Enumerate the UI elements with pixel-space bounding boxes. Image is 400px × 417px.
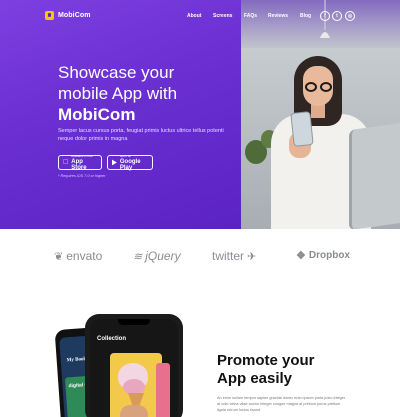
twitter-icon[interactable]: t <box>332 11 342 21</box>
hero-title: Showcase your mobile App with MobiCom <box>58 62 238 125</box>
laptop-illustration <box>349 121 400 229</box>
partner-name: jQuery <box>145 249 181 263</box>
partner-logo-envato[interactable]: ❦ envato <box>54 249 102 263</box>
instagram-icon[interactable]: ◎ <box>345 11 355 21</box>
nav-link-about[interactable]: About <box>187 13 201 19</box>
app-store-label: Available on the App Store <box>71 154 97 171</box>
hero-title-line2: mobile App with <box>58 84 178 103</box>
partner-name: Dropbox <box>308 250 350 261</box>
glasses-illustration <box>305 82 317 92</box>
twitter-bird-icon: ✈ <box>247 250 257 263</box>
dropbox-icon: ❖ <box>296 250 306 262</box>
partner-logo-jquery[interactable]: ≋ jQuery <box>133 249 181 263</box>
hero-title-brand: MobiCom <box>58 105 136 124</box>
partner-logo-dropbox[interactable]: ❖ Dropbox <box>296 249 350 262</box>
jquery-icon: ≋ <box>133 250 143 263</box>
app-store-big: App Store <box>66 159 95 171</box>
promo-title-line1: Promote your <box>217 352 315 369</box>
partner-name: twitter <box>212 249 245 263</box>
phone-mockup-front: Collection <box>85 314 183 417</box>
apple-icon:  <box>63 159 68 166</box>
hand-illustration <box>120 405 148 417</box>
book-title: My Book <box>66 357 87 364</box>
google-play-label: Get it on Google Play <box>120 154 148 171</box>
nav-link-reviews[interactable]: Reviews <box>268 13 288 19</box>
envato-icon: ❦ <box>54 250 64 263</box>
facebook-icon[interactable]: f <box>320 11 330 21</box>
nav-link-screens[interactable]: Screens <box>213 13 232 19</box>
hero-title-line1: Showcase your <box>58 63 175 82</box>
partner-name: envato <box>66 249 103 263</box>
google-play-big: Google Play <box>119 159 141 171</box>
promo-title: Promote your App easily <box>217 352 377 388</box>
held-phone-illustration <box>290 111 314 147</box>
top-navbar: MobiCom About Screens FAQs Reviews Blog … <box>0 0 400 34</box>
google-play-button[interactable]: Get it on Google Play <box>107 154 153 171</box>
phone-notch <box>118 319 150 325</box>
partner-logo-twitter[interactable]: twitter ✈ <box>212 249 256 263</box>
promo-text: An enim nullam tempor sapien gravida don… <box>217 396 346 412</box>
ios-requirement-note: * Requires iOS 7.0 or higher <box>58 174 106 178</box>
photo-background <box>241 0 400 229</box>
nav-link-faqs[interactable]: FAQs <box>244 13 257 19</box>
glasses-illustration <box>320 82 332 92</box>
promo-title-line2: App easily <box>217 370 293 387</box>
phone-front-screen: Collection <box>90 319 178 417</box>
google-play-icon <box>112 159 117 166</box>
collection-title: Collection <box>97 336 127 342</box>
hero-description: Semper lacus cursus porta, feugiat primi… <box>58 128 224 142</box>
collection-card-side <box>156 363 170 417</box>
nav-link-blog[interactable]: Blog <box>300 13 311 19</box>
hero-photo <box>241 0 400 229</box>
app-store-button[interactable]:  Available on the App Store <box>58 154 102 171</box>
